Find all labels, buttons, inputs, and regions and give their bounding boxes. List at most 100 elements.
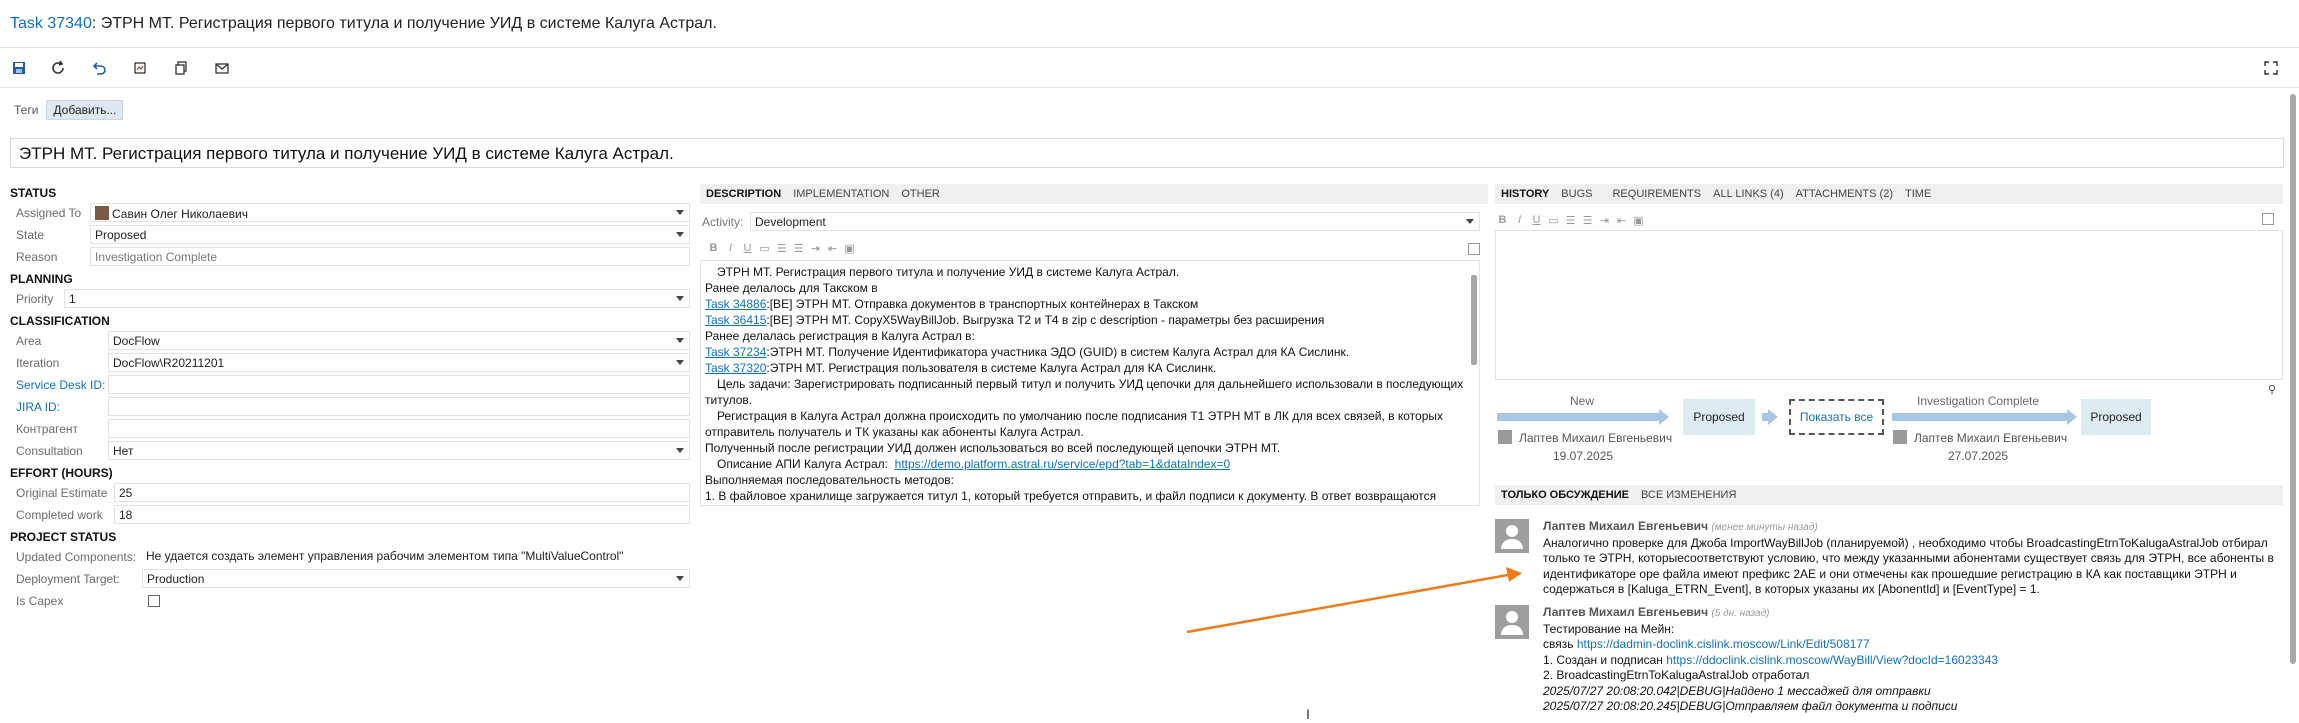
title-input[interactable]: ЭТРН МТ. Регистрация первого титула и по… — [10, 138, 2284, 168]
person-icon — [1498, 430, 1512, 444]
contractor-field[interactable] — [108, 419, 690, 438]
comment-line: связь https://dadmin-doclink.cislink.mos… — [1543, 637, 1870, 651]
comment-author: Лаптев Михаил Евгеньевич — [1543, 605, 1709, 619]
reason-field: Investigation Complete — [90, 247, 690, 266]
activity-label: Activity: — [702, 215, 744, 229]
tab-all-links[interactable]: ALL LINKS (4) — [1707, 188, 1790, 200]
tab-description[interactable]: DESCRIPTION — [700, 188, 787, 200]
is-capex-checkbox[interactable] — [148, 595, 160, 607]
italic-button[interactable]: I — [725, 242, 736, 254]
iteration-field[interactable]: DocFlow\R20211201 — [108, 353, 690, 372]
assigned-to-label: Assigned To — [16, 206, 82, 220]
link-edit-url[interactable]: https://dadmin-doclink.cislink.moscow/Li… — [1577, 637, 1870, 651]
fullscreen-icon[interactable] — [2262, 59, 2280, 77]
service-desk-field[interactable] — [108, 375, 690, 394]
completed-work-row: Completed work 18 — [10, 504, 690, 526]
underline-button[interactable]: U — [1531, 214, 1542, 226]
italic-button[interactable]: I — [1514, 214, 1525, 226]
bullet-list-icon[interactable]: ☰ — [1565, 214, 1576, 227]
iteration-label: Iteration — [16, 356, 60, 370]
tab-discussion-only[interactable]: ТОЛЬКО ОБСУЖДЕНИЕ — [1495, 489, 1635, 501]
indent-icon[interactable]: ⇥ — [1599, 214, 1610, 227]
tab-requirements[interactable]: REQUIREMENTS — [1606, 188, 1707, 200]
completed-work-field[interactable]: 18 — [114, 505, 690, 524]
tab-time[interactable]: TIME — [1899, 188, 1937, 200]
tab-other[interactable]: OTHER — [895, 188, 946, 200]
deployment-target-field[interactable]: Production — [142, 569, 690, 588]
task-link[interactable]: Task 34886 — [705, 297, 766, 311]
comment-line: Аналогично проверке для Джоба ImportWayB… — [1543, 535, 2268, 550]
capture-template-icon[interactable] — [131, 59, 149, 77]
consultation-field[interactable]: Нет — [108, 441, 690, 460]
state-field[interactable]: Proposed — [90, 225, 690, 244]
history-rte-toolbar: B I U ▭ ☰ ☰ ⇥ ⇤ ▣ — [1497, 210, 1644, 230]
transition-user: Лаптев Михаил Евгеньевич — [1914, 431, 2068, 445]
contractor-row: Контрагент — [10, 418, 690, 440]
task-link[interactable]: Task 37234 — [705, 345, 766, 359]
task-id-link[interactable]: Task 37340 — [10, 15, 92, 32]
comment-author: Лаптев Михаил Евгеньевич — [1543, 519, 1709, 533]
show-all-button[interactable]: Показать все — [1789, 399, 1884, 435]
task-link[interactable]: Task 37320 — [705, 361, 766, 375]
jira-label[interactable]: JIRA ID: — [16, 400, 60, 414]
description-editor[interactable]: ЭТРН МТ. Регистрация первого титула и по… — [700, 260, 1480, 506]
tags-label: Теги — [14, 103, 39, 117]
task-link[interactable]: Task 36415 — [705, 313, 766, 327]
original-estimate-field[interactable]: 25 — [114, 483, 690, 502]
original-estimate-label: Original Estimate — [16, 486, 108, 500]
numbered-list-icon[interactable]: ☰ — [793, 242, 804, 255]
transition-date: 27.07.2025 — [1948, 449, 2009, 463]
bold-button[interactable]: B — [1497, 214, 1508, 226]
waybill-url[interactable]: https://ddoclink.cislink.moscow/WayBill/… — [1666, 653, 1998, 667]
avatar — [1495, 605, 1529, 639]
scrollbar-thumb[interactable] — [2290, 94, 2296, 664]
undo-icon[interactable] — [90, 59, 108, 77]
bullet-list-icon[interactable]: ☰ — [776, 242, 787, 255]
highlight-icon[interactable]: ▭ — [1548, 214, 1559, 227]
history-comment-input[interactable] — [1495, 230, 2283, 380]
tab-all-changes[interactable]: ВСЕ ИЗМЕНЕНИЯ — [1635, 489, 1742, 501]
tab-attachments[interactable]: ATTACHMENTS (2) — [1790, 188, 1899, 200]
maximize-icon[interactable] — [2262, 213, 2274, 225]
outdent-icon[interactable]: ⇤ — [827, 242, 838, 255]
bold-button[interactable]: B — [708, 242, 719, 254]
outdent-icon[interactable]: ⇤ — [1616, 214, 1627, 227]
desc-line: Ранее делалось для Такском в — [705, 281, 878, 295]
contractor-label: Контрагент — [16, 422, 79, 436]
underline-button[interactable]: U — [742, 242, 753, 254]
numbered-list-icon[interactable]: ☰ — [1582, 214, 1593, 227]
arrow-head — [1659, 409, 1669, 425]
copy-icon[interactable] — [172, 59, 190, 77]
area-field[interactable]: DocFlow — [108, 331, 690, 350]
page-scrollbar[interactable] — [2289, 88, 2297, 723]
api-doc-link[interactable]: https://demo.platform.astral.ru/service/… — [895, 457, 1231, 471]
indent-icon[interactable]: ⇥ — [810, 242, 821, 255]
consultation-label: Consultation — [16, 444, 83, 458]
chevron-down-icon — [676, 448, 684, 453]
assigned-to-field[interactable]: Савин Олег Николаевич — [90, 203, 690, 222]
highlight-icon[interactable]: ▭ — [759, 242, 770, 255]
chevron-down-icon — [1466, 219, 1474, 224]
image-icon[interactable]: ▣ — [844, 242, 855, 255]
image-icon[interactable]: ▣ — [1633, 214, 1644, 227]
activity-field[interactable]: Development — [750, 212, 1480, 231]
pin-icon[interactable]: ⚲ — [2268, 383, 2276, 396]
fields-panel: STATUS Assigned To Савин Олег Николаевич… — [10, 182, 690, 612]
desc-line: Task 36415:[BE] ЭТРН МТ. CopyX5WayBillJo… — [705, 313, 1325, 327]
description-scrollbar[interactable] — [1471, 275, 1477, 365]
updated-components-label: Updated Components: — [16, 550, 137, 564]
save-icon[interactable] — [10, 59, 28, 77]
tab-history[interactable]: HISTORY — [1495, 188, 1555, 200]
jira-field[interactable] — [108, 397, 690, 416]
add-tag-button[interactable]: Добавить... — [46, 100, 124, 120]
classification-header: CLASSIFICATION — [10, 314, 110, 328]
email-icon[interactable] — [213, 59, 231, 77]
maximize-icon[interactable] — [1468, 243, 1480, 255]
priority-field[interactable]: 1 — [64, 289, 690, 308]
chevron-down-icon — [676, 296, 684, 301]
chevron-down-icon — [676, 576, 684, 581]
tab-implementation[interactable]: IMPLEMENTATION — [787, 188, 895, 200]
service-desk-label[interactable]: Service Desk ID: — [16, 378, 105, 392]
tab-bugs[interactable]: BUGS — [1555, 188, 1598, 200]
refresh-icon[interactable] — [49, 59, 67, 77]
